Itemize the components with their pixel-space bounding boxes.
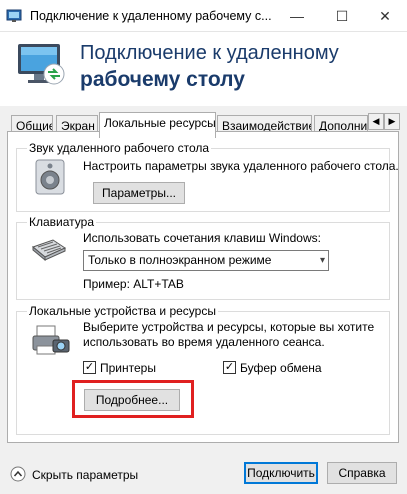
tab-local-resources[interactable]: Локальные ресурсы [99, 112, 216, 138]
local-devices-description-line1: Выберите устройства и ресурсы, которые в… [83, 320, 375, 334]
close-button[interactable]: ✕ [363, 0, 407, 32]
local-devices-group-label: Локальные устройства и ресурсы [27, 304, 218, 318]
local-devices-icon [32, 325, 70, 355]
keyboard-shortcuts-select[interactable]: Только в полноэкранном режиме ▾ [83, 250, 329, 271]
arrow-left-icon: ◀ [372, 116, 380, 126]
arrow-right-icon: ▶ [388, 116, 396, 126]
window-title: Подключение к удаленному рабочему с... [30, 9, 272, 23]
printers-checkbox[interactable]: ✓ [83, 361, 96, 374]
connect-button[interactable]: Подключить [244, 462, 318, 484]
keyboard-example: Пример: ALT+TAB [83, 277, 184, 291]
audio-group: Звук удаленного рабочего стола Настроить… [16, 141, 399, 212]
keyboard-group-label: Клавиатура [27, 215, 96, 229]
keyboard-group: Клавиатура Использовать сочетания клавиш… [16, 215, 390, 300]
minimize-icon: — [290, 8, 304, 24]
tab-scroll-left-button[interactable]: ◀ [368, 113, 384, 130]
banner-title-line1: Подключение к удаленному [80, 42, 339, 64]
help-button[interactable]: Справка [327, 462, 397, 484]
tab-strip: Общие Экран Локальные ресурсы Взаимодейс… [0, 106, 407, 138]
clipboard-label[interactable]: Буфер обмена [240, 361, 322, 375]
hide-options-link[interactable]: Скрыть параметры [32, 468, 138, 482]
tab-scroll-right-button[interactable]: ▶ [384, 113, 400, 130]
checkmark-icon: ✓ [224, 361, 235, 373]
keyboard-shortcuts-selected-value: Только в полноэкранном режиме [88, 253, 272, 267]
checkmark-icon: ✓ [84, 361, 95, 373]
local-devices-group: Локальные устройства и ресурсы Выберите … [16, 304, 390, 435]
audio-group-label: Звук удаленного рабочего стола [27, 141, 212, 155]
tab-panel-local-resources: Звук удаленного рабочего стола Настроить… [7, 131, 399, 443]
remote-desktop-monitor-icon [18, 44, 65, 85]
chevron-down-icon: ▾ [319, 255, 325, 266]
local-devices-description-line2: использовать во время удаленного сеанса. [83, 335, 325, 349]
clipboard-checkbox[interactable]: ✓ [223, 361, 236, 374]
keyboard-icon [32, 239, 67, 261]
speaker-icon [35, 159, 65, 195]
collapse-options-icon[interactable] [10, 466, 26, 482]
header-banner: Подключение к удаленному рабочему столу [0, 32, 407, 106]
minimize-button[interactable]: — [275, 0, 319, 32]
maximize-button[interactable]: ☐ [320, 0, 364, 32]
remote-desktop-app-icon [6, 9, 22, 22]
banner-title-line2: рабочему столу [80, 68, 245, 91]
keyboard-description: Использовать сочетания клавиш Windows: [83, 231, 321, 245]
audio-settings-button[interactable]: Параметры... [93, 182, 185, 204]
title-bar: Подключение к удаленному рабочему с... —… [0, 0, 407, 32]
close-icon: ✕ [379, 7, 391, 24]
more-devices-button[interactable]: Подробнее... [84, 389, 180, 411]
printers-label[interactable]: Принтеры [100, 361, 156, 375]
maximize-icon: ☐ [335, 7, 349, 24]
audio-description: Настроить параметры звука удаленного раб… [83, 159, 399, 173]
